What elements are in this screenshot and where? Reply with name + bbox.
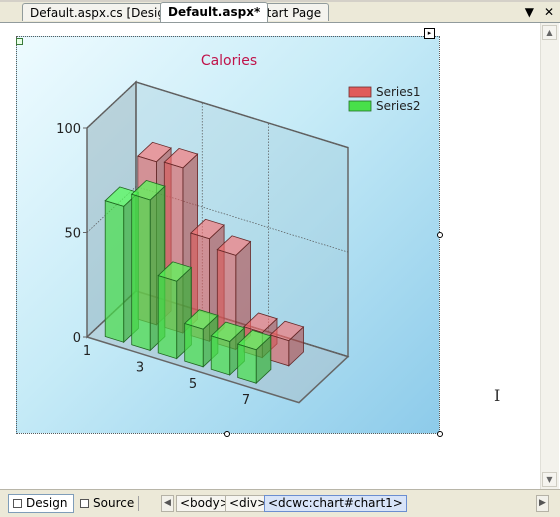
legend-label-series2: Series2: [376, 99, 421, 113]
design-view-icon: [13, 499, 22, 508]
bar-front-face: [104, 200, 125, 343]
x-tick-label: 5: [189, 377, 197, 392]
bar-front-face: [184, 322, 204, 368]
bar-front-face: [269, 334, 290, 367]
tab-strip-top-line: [0, 0, 560, 2]
bottom-bar-separator: [138, 496, 139, 511]
source-view-icon: [80, 499, 89, 508]
bar-front-face: [210, 335, 231, 376]
bar-front-face: [131, 193, 151, 351]
x-tick-label: 3: [136, 360, 144, 375]
control-glyph-icon: [16, 38, 23, 45]
scroll-up-button[interactable]: ▲: [542, 25, 557, 40]
source-view-label: Source: [93, 496, 135, 510]
smart-tag-button[interactable]: ▸: [424, 28, 435, 39]
legend-swatch-series1: [348, 86, 372, 98]
tab-default-aspx[interactable]: Default.aspx*: [160, 2, 269, 22]
y-tick-label: 100: [56, 122, 81, 137]
chart-title: Calories: [201, 53, 257, 69]
y-tick-label: 0: [73, 331, 81, 346]
text-cursor-icon: I: [494, 386, 501, 405]
bar-front-face: [157, 275, 178, 360]
resize-handle-bottom-right[interactable]: [437, 431, 443, 437]
y-tick-label: 50: [64, 227, 81, 242]
document-tab-strip: Default.aspx.cs [Design] Default.aspx* S…: [0, 0, 560, 23]
breadcrumb-chart1[interactable]: <dcwc:chart#chart1>: [264, 495, 407, 512]
resize-handle-bottom[interactable]: [224, 431, 230, 437]
design-view-label: Design: [26, 496, 68, 510]
legend-swatch-series2: [348, 100, 372, 112]
scroll-down-button[interactable]: ▼: [542, 472, 557, 487]
breadcrumb-scroll-right-button[interactable]: ▶: [536, 495, 549, 512]
vertical-scrollbar[interactable]: ▲ ▼: [540, 23, 559, 489]
tab-strip-controls: ▼ ✕: [525, 4, 554, 20]
bar-front-face: [237, 343, 257, 384]
x-tick-label: 1: [83, 344, 91, 359]
chart-canvas: Calories 0 50 100 1 3 5 7 Series1Series2: [56, 53, 421, 408]
design-view-button[interactable]: Design: [8, 494, 75, 513]
x-tick-label: 7: [242, 393, 250, 408]
resize-handle-right[interactable]: [437, 232, 443, 238]
source-view-button[interactable]: Source: [76, 494, 140, 513]
legend-label-series1: Series1: [376, 85, 421, 99]
active-files-dropdown-icon[interactable]: ▼: [525, 5, 534, 19]
chart-control[interactable]: Calories 0 50 100 1 3 5 7 Series1 Series2: [16, 36, 440, 434]
editor-bottom-bar: Design Source ◀ <body> <div> <dcwc:chart…: [0, 489, 560, 517]
close-document-icon[interactable]: ✕: [544, 5, 554, 19]
breadcrumb-scroll-left-button[interactable]: ◀: [161, 495, 174, 512]
